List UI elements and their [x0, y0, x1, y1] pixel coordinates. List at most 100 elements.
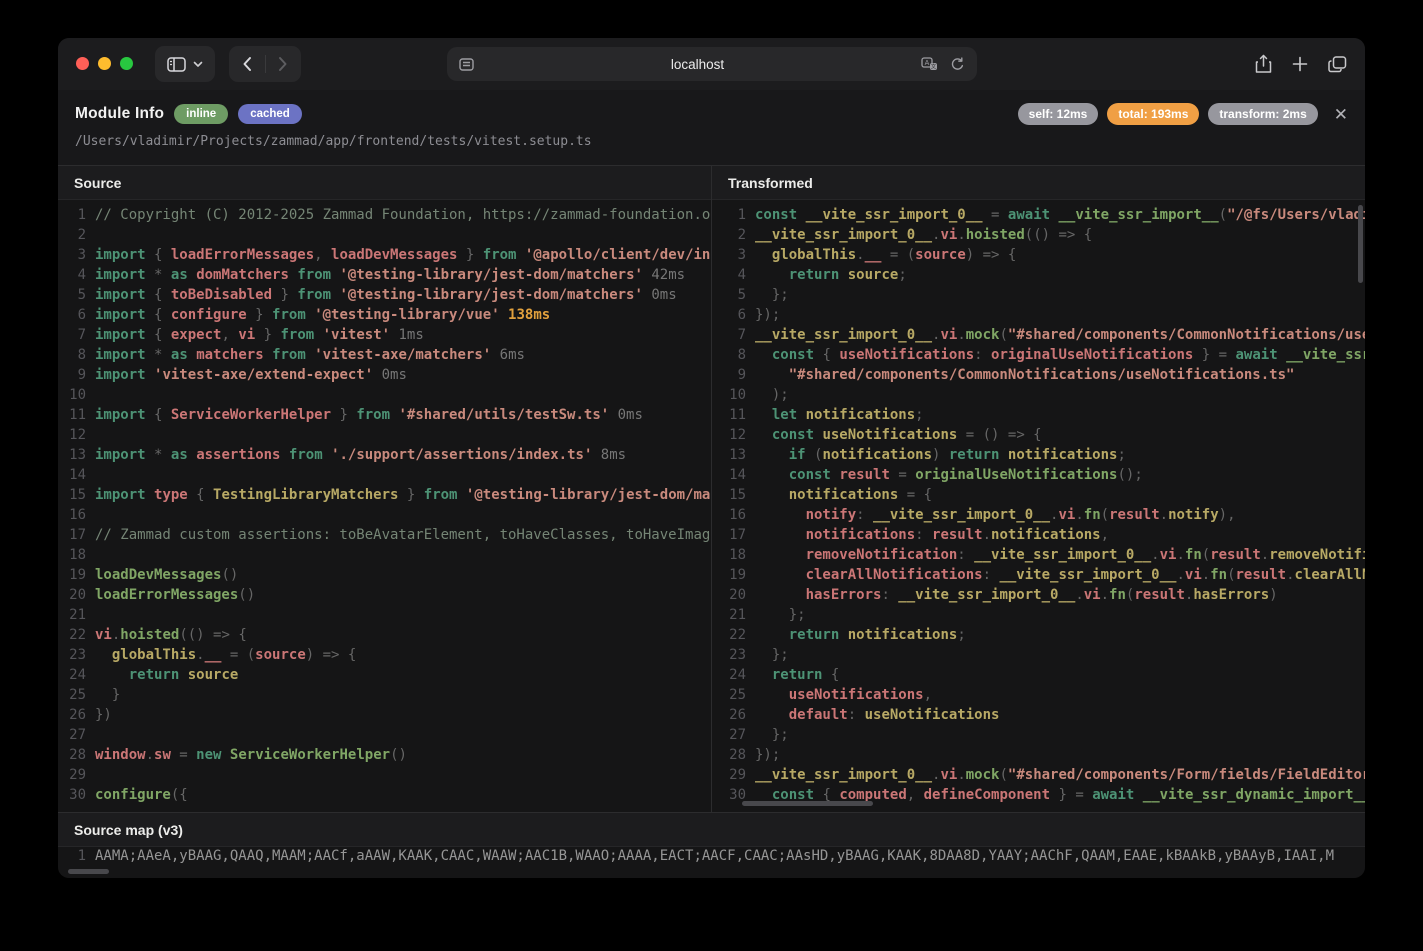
code-line: 18 removeNotification: __vite_ssr_import…	[720, 545, 1365, 565]
code-line: 29__vite_ssr_import_0__.vi.mock("#shared…	[720, 765, 1365, 785]
line-number: 25	[60, 685, 86, 705]
chevron-down-icon	[193, 61, 203, 68]
code-line: 10 );	[720, 385, 1365, 405]
code-line: 20loadErrorMessages()	[60, 585, 711, 605]
module-info-header: Module Info inline cached self: 12ms tot…	[58, 90, 1365, 165]
code-line: 1const __vite_ssr_import_0__ = await __v…	[720, 205, 1365, 225]
line-number: 6	[60, 305, 86, 325]
minimize-window-button[interactable]	[98, 57, 111, 70]
sourcemap-section: Source map (v3) 1AAMA;AAeA,yBAAG,QAAQ,MA…	[58, 812, 1365, 878]
line-number: 21	[720, 605, 746, 625]
code-line: 15 notifications = {	[720, 485, 1365, 505]
back-button[interactable]	[230, 46, 265, 82]
close-panel-button[interactable]: ✕	[1334, 106, 1348, 123]
line-number: 29	[60, 765, 86, 785]
vertical-scrollbar-thumb[interactable]	[1358, 205, 1363, 283]
code-line: 8import * as matchers from 'vitest-axe/m…	[60, 345, 711, 365]
nav-buttons	[229, 46, 301, 82]
code-line: 19loadDevMessages()	[60, 565, 711, 585]
code-line: 14 const result = originalUseNotificatio…	[720, 465, 1365, 485]
code-line: 11 let notifications;	[720, 405, 1365, 425]
line-number: 3	[720, 245, 746, 265]
code-line: 24 return {	[720, 665, 1365, 685]
line-number: 19	[720, 565, 746, 585]
browser-titlebar: localhost A 文	[58, 38, 1365, 90]
page-settings-icon[interactable]	[459, 58, 474, 71]
source-panel-title: Source	[58, 166, 711, 200]
line-number: 2	[720, 225, 746, 245]
code-line: 26})	[60, 705, 711, 725]
sourcemap-title: Source map (v3)	[58, 813, 1365, 847]
line-number: 1	[720, 205, 746, 225]
line-number: 10	[60, 385, 86, 405]
code-line: 2__vite_ssr_import_0__.vi.hoisted(() => …	[720, 225, 1365, 245]
line-number: 5	[60, 285, 86, 305]
line-number: 27	[720, 725, 746, 745]
address-bar[interactable]: localhost A 文	[447, 47, 977, 81]
line-number: 30	[60, 785, 86, 805]
sidebar-toggle-button[interactable]	[155, 46, 215, 82]
line-number: 24	[720, 665, 746, 685]
forward-button[interactable]	[266, 46, 301, 82]
code-line: 19 clearAllNotifications: __vite_ssr_imp…	[720, 565, 1365, 585]
source-panel: Source 1// Copyright (C) 2012-2025 Zamma…	[58, 166, 712, 812]
code-line: 12 const useNotifications = () => {	[720, 425, 1365, 445]
horizontal-scrollbar-thumb[interactable]	[742, 801, 873, 806]
timing-transform-badge: transform: 2ms	[1208, 103, 1317, 125]
line-number: 3	[60, 245, 86, 265]
source-code[interactable]: 1// Copyright (C) 2012-2025 Zammad Found…	[58, 200, 711, 812]
sourcemap-code[interactable]: 1AAMA;AAeA,yBAAG,QAAQ,MAAM;AACf,aAAW,KAA…	[58, 844, 1365, 878]
line-number: 17	[60, 525, 86, 545]
code-line: 1AAMA;AAeA,yBAAG,QAAQ,MAAM;AACf,aAAW,KAA…	[60, 846, 1365, 866]
line-number: 11	[720, 405, 746, 425]
sourcemap-scrollbar-thumb[interactable]	[68, 869, 109, 874]
reload-icon[interactable]	[950, 57, 965, 72]
code-line: 26 default: useNotifications	[720, 705, 1365, 725]
code-line: 17 notifications: result.notifications,	[720, 525, 1365, 545]
code-line: 10	[60, 385, 711, 405]
line-number: 14	[60, 465, 86, 485]
translate-icon[interactable]: A 文	[921, 57, 938, 71]
code-line: 25 }	[60, 685, 711, 705]
line-number: 16	[60, 505, 86, 525]
line-number: 14	[720, 465, 746, 485]
line-number: 10	[720, 385, 746, 405]
zoom-window-button[interactable]	[120, 57, 133, 70]
line-number: 17	[720, 525, 746, 545]
transformed-code[interactable]: 1const __vite_ssr_import_0__ = await __v…	[712, 200, 1365, 812]
svg-text:文: 文	[931, 63, 937, 71]
share-icon[interactable]	[1255, 54, 1272, 74]
badge-inline: inline	[174, 104, 228, 124]
line-number: 21	[60, 605, 86, 625]
line-number: 23	[60, 645, 86, 665]
code-line: 30configure({	[60, 785, 711, 805]
code-line: 25 useNotifications,	[720, 685, 1365, 705]
code-line: 9import 'vitest-axe/extend-expect' 0ms	[60, 365, 711, 385]
line-number: 22	[60, 625, 86, 645]
page-title: Module Info	[75, 105, 164, 123]
code-line: 4 return source;	[720, 265, 1365, 285]
code-line: 3import { loadErrorMessages, loadDevMess…	[60, 245, 711, 265]
line-number: 20	[60, 585, 86, 605]
code-line: 14	[60, 465, 711, 485]
tab-overview-icon[interactable]	[1328, 56, 1347, 73]
close-window-button[interactable]	[76, 57, 89, 70]
line-number: 25	[720, 685, 746, 705]
line-number: 18	[720, 545, 746, 565]
code-line: 9 "#shared/components/CommonNotification…	[720, 365, 1365, 385]
code-line: 28window.sw = new ServiceWorkerHelper()	[60, 745, 711, 765]
url-text: localhost	[474, 57, 921, 72]
code-line: 5 };	[720, 285, 1365, 305]
new-tab-icon[interactable]	[1292, 56, 1308, 72]
code-line: 21 };	[720, 605, 1365, 625]
code-line: 11import { ServiceWorkerHelper } from '#…	[60, 405, 711, 425]
timing-self-badge: self: 12ms	[1018, 103, 1099, 125]
line-number: 1	[60, 205, 86, 225]
line-number: 26	[60, 705, 86, 725]
line-number: 7	[720, 325, 746, 345]
module-file-path: /Users/vladimir/Projects/zammad/app/fron…	[75, 134, 1348, 149]
line-number: 11	[60, 405, 86, 425]
code-line: 3 globalThis.__ = (source) => {	[720, 245, 1365, 265]
code-line: 13import * as assertions from './support…	[60, 445, 711, 465]
badge-cached: cached	[238, 104, 302, 124]
